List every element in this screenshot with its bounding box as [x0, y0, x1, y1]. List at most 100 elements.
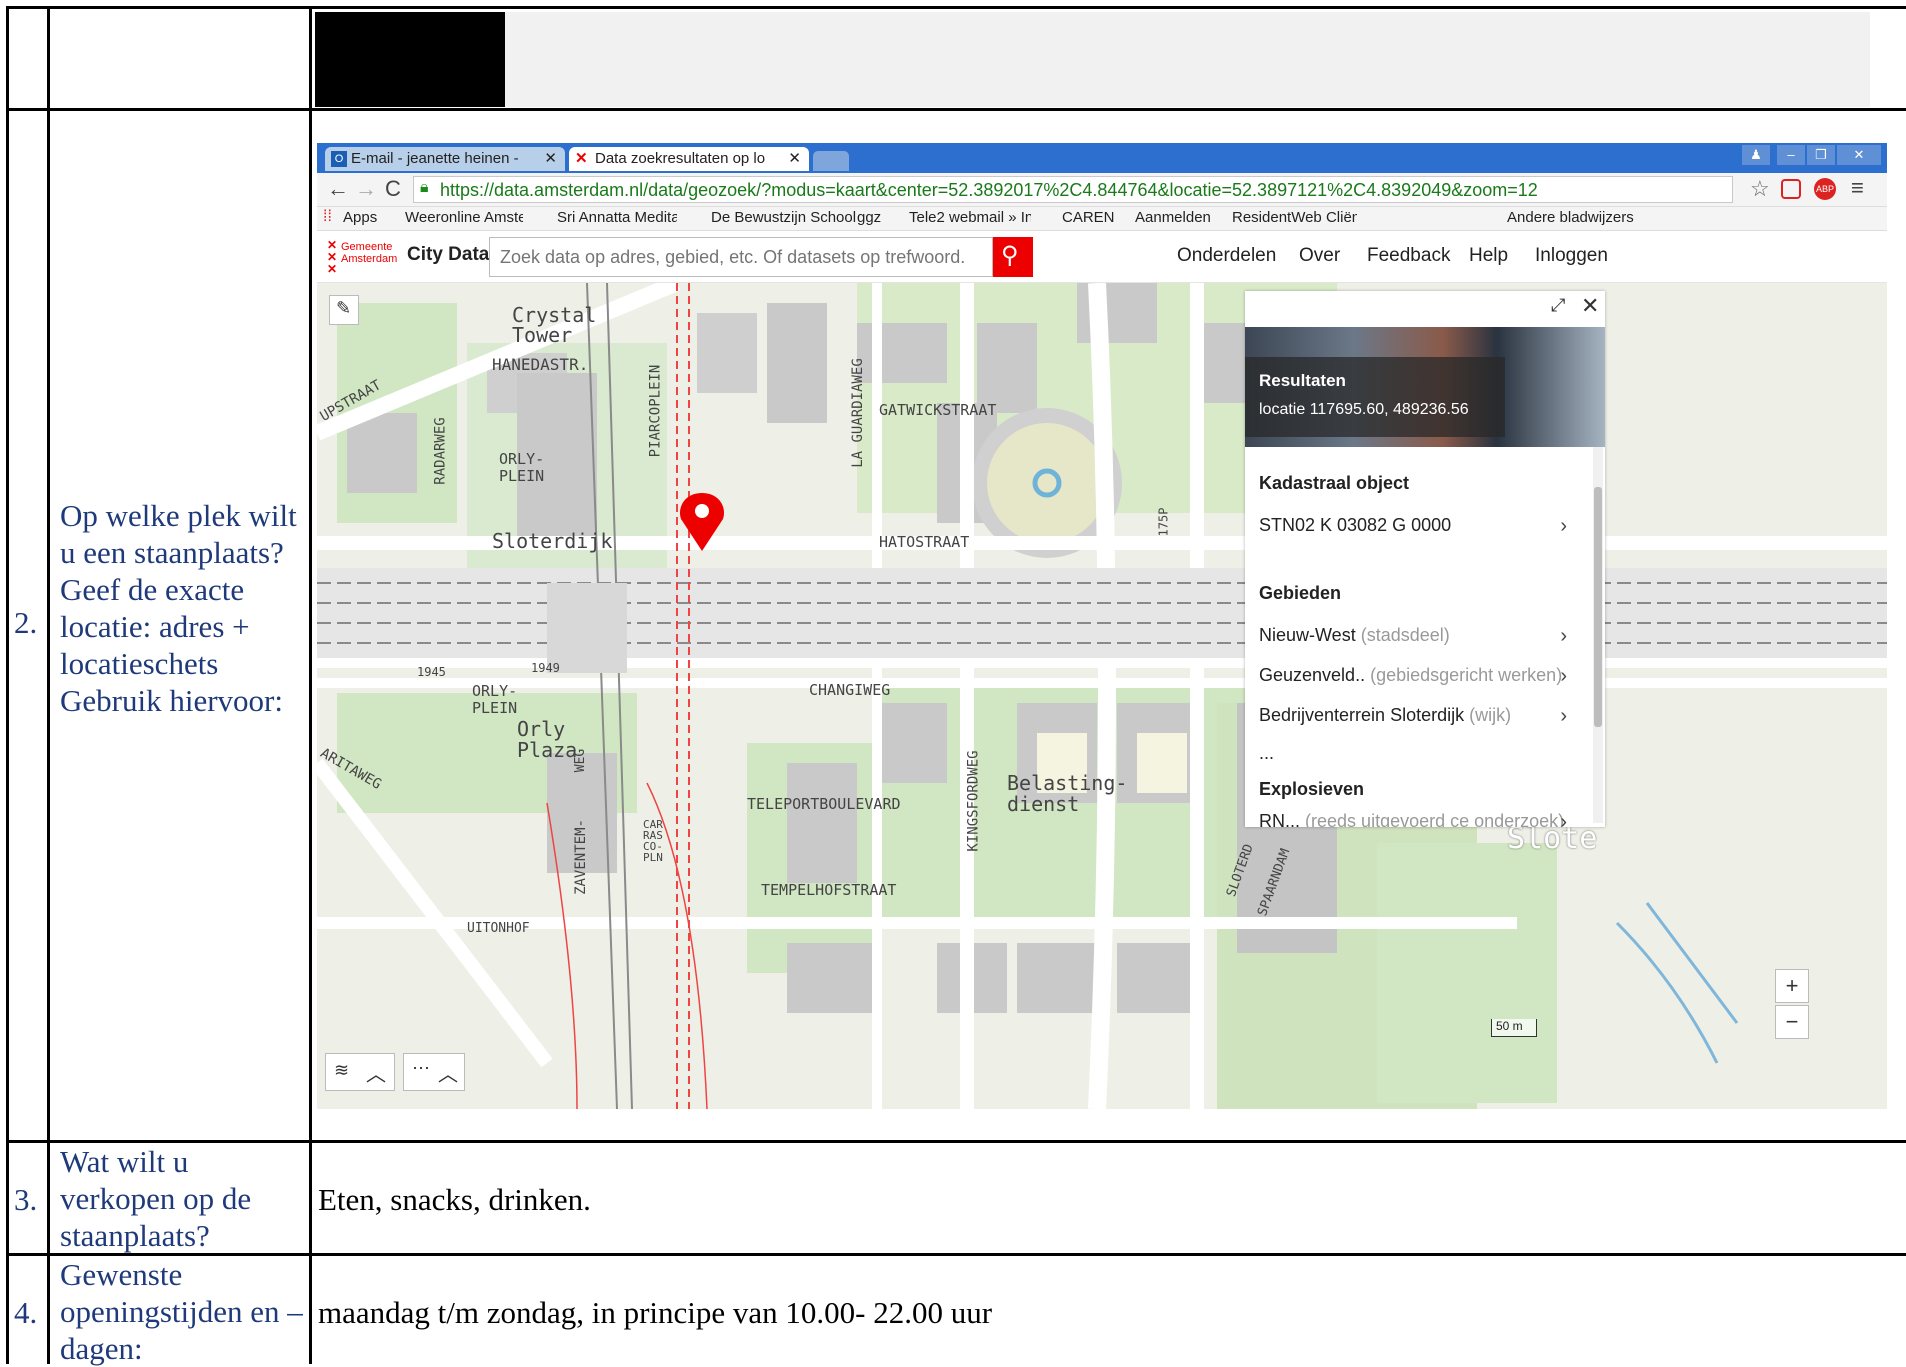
row-number-3: 3. [14, 1182, 38, 1217]
gebied-item-main: Bedrijventerrein Sloterdijk [1259, 705, 1465, 725]
row-answer-4: maandag t/m zondag, in principe van 10.0… [318, 1295, 993, 1330]
close-icon[interactable]: ✕ [1581, 293, 1599, 319]
menu-icon[interactable]: ≡ [1851, 175, 1864, 201]
address-bar[interactable]: 🔒︎ https://data.amsterdam.nl/data/geozoe… [413, 176, 1733, 203]
brand-name[interactable]: City Data [407, 244, 489, 266]
logo-line-2: Amsterdam [341, 253, 398, 265]
explosieven-item-main: RN... [1259, 811, 1301, 827]
bookmark-andere[interactable]: Andere bladwijzers [1507, 209, 1634, 226]
bookmarks-bar: Apps ⁞⁞ Weeronline Amsterda Sri Annatta … [317, 207, 1887, 231]
label-radarweg: RADARWEG [432, 417, 449, 485]
tab-close-icon[interactable]: ✕ [788, 147, 801, 171]
gebied-item-sub: (gebiedsgericht werken) [1370, 665, 1563, 685]
tab-data-title: Data zoekresultaten op lo [595, 150, 766, 167]
label-hanedastr: HANEDASTR. [492, 355, 589, 374]
bookmark-aanmelden[interactable]: Aanmelden [1135, 209, 1211, 226]
ellipsis-icon: ⋯ [412, 1058, 430, 1078]
label-orly-plein: ORLY- PLEIN [499, 450, 545, 485]
label-orly-plein-2: ORLY- PLEIN [472, 682, 518, 717]
gebied-item-3[interactable]: ... [1259, 743, 1589, 764]
label-weg: WEG [573, 748, 589, 773]
kadastraal-item-main: STN02 K 03082 G 0000 [1259, 515, 1452, 535]
bookmark-residentweb[interactable]: ResidentWeb Cliëntp [1232, 209, 1357, 226]
label-kingsfordweg: KINGSFORDWEG [965, 750, 982, 852]
nav-inloggen[interactable]: Inloggen [1535, 245, 1608, 267]
nav-feedback[interactable]: Feedback [1367, 245, 1450, 267]
section-explosieven: Explosieven [1259, 779, 1365, 799]
bookmark-weeronline[interactable]: Weeronline Amsterda [405, 209, 523, 226]
back-icon[interactable]: ← [327, 176, 349, 202]
bookmark-bewustzijn[interactable]: De Bewustzijn School [711, 209, 856, 226]
label-changiweg: CHANGIWEG [809, 681, 891, 699]
map-canvas[interactable]: Crystal Tower HANEDASTR. UPSTRAAT RADARW… [317, 283, 1887, 1109]
bookmark-annatta[interactable]: Sri Annatta Meditatio [557, 209, 677, 226]
adblock-icon[interactable]: ABP [1814, 178, 1836, 200]
chevron-up-icon: ︿ [438, 1064, 458, 1086]
map-edit-button[interactable]: ✎ [329, 295, 359, 325]
label-1945: 1945 [417, 665, 446, 679]
zoom-in-button[interactable]: + [1775, 969, 1809, 1003]
close-window-button[interactable]: ✕ [1837, 145, 1881, 165]
new-tab-button[interactable] [813, 151, 849, 171]
bookmark-tele2[interactable]: Tele2 webmail » Inlog [909, 209, 1031, 226]
gebied-item-sub: (wijk) [1469, 705, 1512, 725]
browser-toolbar: ← → C 🔒︎ https://data.amsterdam.nl/data/… [317, 173, 1887, 207]
pocket-icon[interactable] [1781, 179, 1801, 199]
gebied-item-1[interactable]: Geuzenveld.. (gebiedsgericht werken) › [1259, 665, 1589, 687]
label-uitonhof: UITONHOF [467, 921, 530, 936]
gebied-item-0[interactable]: Nieuw-West (stadsdeel) › [1259, 625, 1589, 647]
row-question-4: Gewenste openingstijden en –dagen: [60, 1257, 303, 1366]
panel-scrollbar[interactable] [1593, 447, 1603, 823]
site-nav: Onderdelen Over Feedback Help Inloggen [1177, 245, 1877, 271]
label-carrascoplein: CAR RAS CO- PLN [643, 818, 663, 864]
results-location: locatie 117695.60, 489236.56 [1259, 401, 1469, 418]
browser-screenshot: O E-mail - jeanette heinen - ✕ ✕ Data zo… [317, 143, 1887, 1109]
row-answer-3: Eten, snacks, drinken. [318, 1182, 591, 1217]
explosieven-item[interactable]: RN... (reeds uitgevoerd ce onderzoek) › [1259, 811, 1589, 827]
reload-icon[interactable]: C [385, 176, 401, 202]
results-header: Resultaten locatie 117695.60, 489236.56 [1245, 357, 1505, 437]
panel-scrollbar-thumb[interactable] [1594, 487, 1602, 727]
chevron-right-icon: › [1560, 811, 1567, 827]
nav-over[interactable]: Over [1299, 245, 1340, 267]
search-input[interactable] [489, 237, 993, 277]
gebied-item-sub: (stadsdeel) [1360, 625, 1450, 645]
label-1949: 1949 [531, 661, 560, 675]
expand-icon[interactable]: ⤢ [1551, 295, 1565, 316]
zoom-out-button[interactable]: − [1775, 1005, 1809, 1039]
xxx-icon: ✕ ✕ ✕ [327, 238, 338, 276]
user-icon[interactable]: ♟ [1742, 145, 1770, 165]
url-text: https://data.amsterdam.nl/data/geozoek/?… [440, 180, 1538, 200]
kadastraal-item[interactable]: STN02 K 03082 G 0000 › [1259, 515, 1589, 537]
bookmark-apps[interactable]: Apps [343, 209, 377, 226]
layers-button[interactable]: ≋ ︿ [325, 1053, 395, 1091]
forward-icon[interactable]: → [355, 176, 377, 202]
bookmark-caren[interactable]: CAREN [1062, 209, 1115, 226]
chevron-right-icon: › [1560, 515, 1567, 537]
scale-bar: 50 m [1491, 1019, 1537, 1037]
row-divider-1 [6, 108, 1906, 111]
label-crystal-tower: Crystal Tower [512, 303, 597, 347]
section-kadastraal: Kadastraal object [1259, 473, 1410, 493]
redacted-block [315, 12, 505, 107]
row-number-2: 2. [14, 605, 38, 640]
tab-email[interactable]: O E-mail - jeanette heinen - ✕ [325, 147, 565, 171]
chevron-up-icon: ︿ [366, 1064, 386, 1086]
search-button[interactable]: ⚲ [993, 237, 1033, 277]
results-title: Resultaten [1259, 371, 1346, 390]
minimize-button[interactable]: – [1777, 145, 1805, 165]
gebied-item-main: ... [1259, 743, 1275, 763]
restore-button[interactable]: ❐ [1807, 145, 1835, 165]
star-icon[interactable]: ☆ [1750, 176, 1770, 202]
nav-help[interactable]: Help [1469, 245, 1508, 267]
bookmark-ggz[interactable]: ggz [857, 209, 881, 226]
apps-icon: ⁞⁞ [323, 208, 332, 225]
tab-close-icon[interactable]: ✕ [544, 147, 557, 171]
amsterdam-logo: ✕ ✕ ✕ Gemeente Amsterdam [327, 238, 399, 277]
nav-onderdelen[interactable]: Onderdelen [1177, 245, 1276, 267]
more-button[interactable]: ⋯ ︿ [403, 1053, 465, 1091]
gebied-item-2[interactable]: Bedrijventerrein Sloterdijk (wijk) › [1259, 705, 1589, 727]
site-header: ✕✕✕ Gemeente Amsterdam City Data ⚲ Onder… [317, 231, 1887, 283]
tab-data[interactable]: ✕ Data zoekresultaten op lo ✕ [569, 147, 809, 171]
logo-line-1: Gemeente [341, 241, 393, 253]
